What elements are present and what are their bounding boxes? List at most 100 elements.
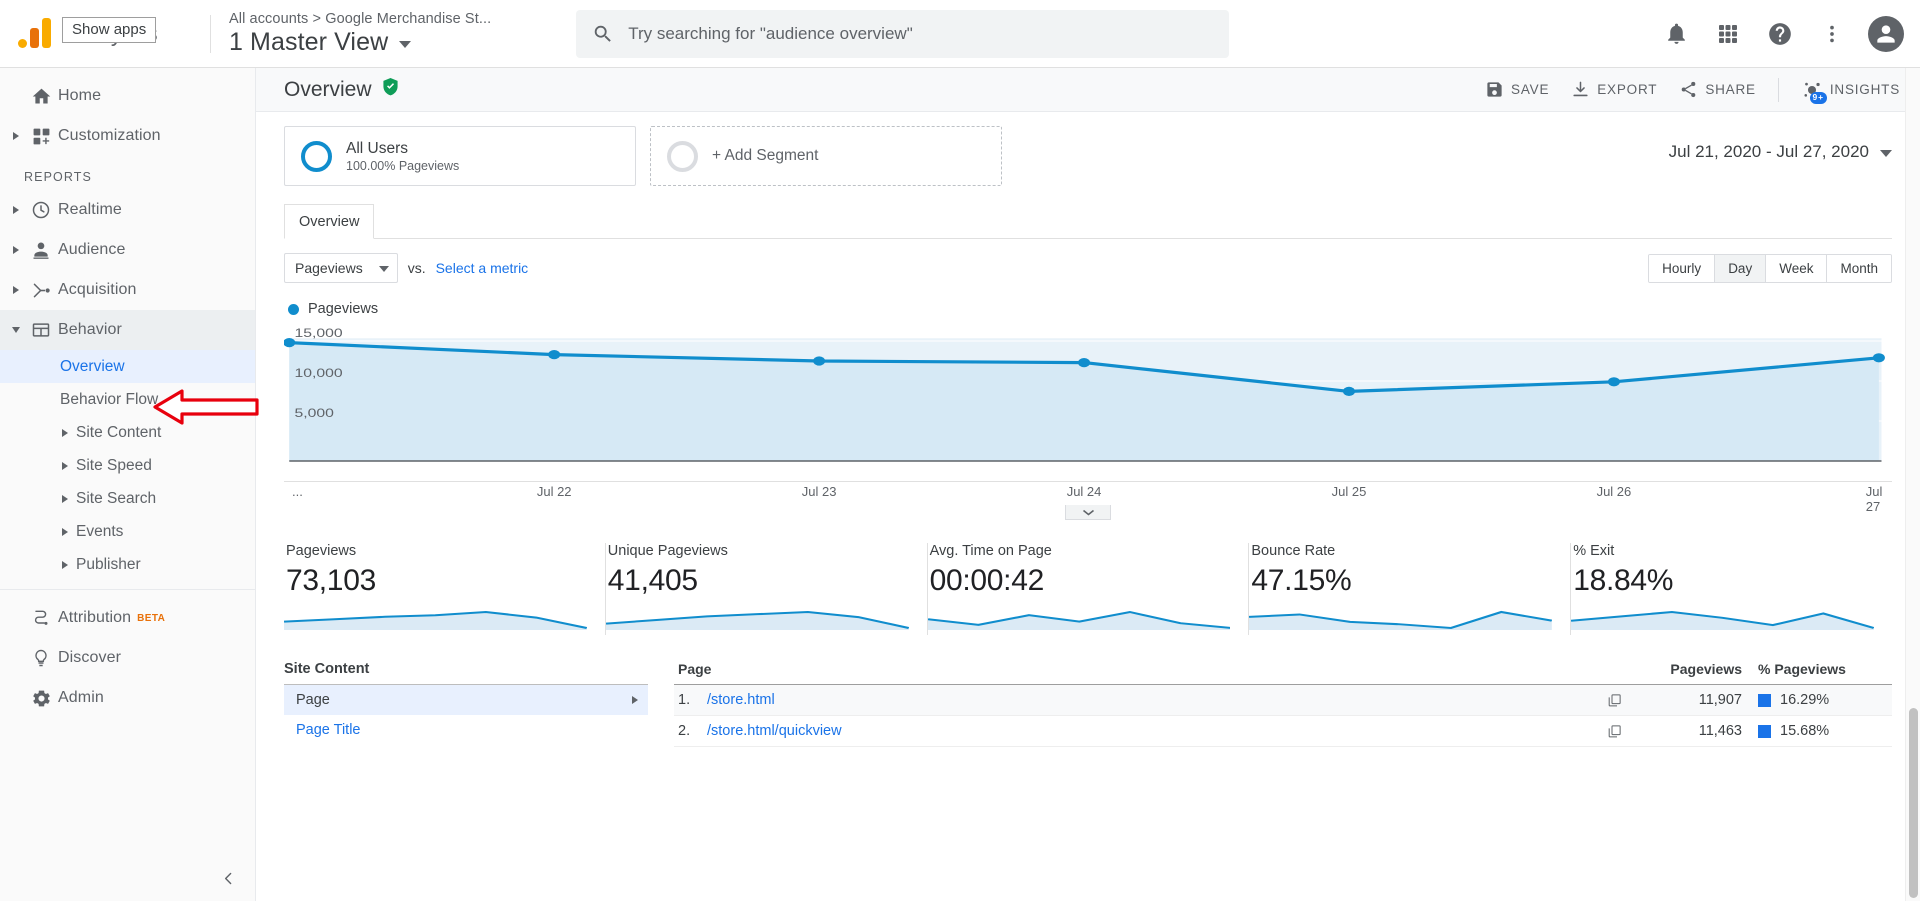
audience-person-icon [24, 240, 58, 260]
sidebar-item-home[interactable]: Home [0, 76, 255, 116]
tab-overview[interactable]: Overview [284, 204, 375, 239]
sidebar-item-label: Customization [58, 127, 161, 144]
share-button[interactable]: SHARE [1679, 80, 1756, 99]
table-row[interactable]: 2. /store.html/quickview 11,463 15.68% [674, 716, 1892, 747]
avatar[interactable] [1868, 15, 1904, 52]
chart-svg [283, 338, 1885, 462]
discover-bulb-icon [24, 648, 58, 668]
open-report-icon[interactable] [1594, 693, 1634, 708]
chart-x-axis [284, 481, 1892, 482]
table-row[interactable]: 1. /store.html 11,907 16.29% [674, 685, 1892, 716]
sidebar-item-label: Admin [58, 689, 104, 706]
account-selector[interactable]: All accounts > Google Merchandise St... … [229, 11, 491, 57]
search-box[interactable] [576, 9, 1230, 58]
search-input[interactable] [628, 23, 1214, 44]
expand-arrow-icon [62, 560, 68, 569]
window-scrollbar-thumb[interactable] [1909, 708, 1918, 898]
granularity-month[interactable]: Month [1827, 254, 1891, 282]
chevron-down-icon [378, 266, 389, 272]
sidebar-item-label: Home [58, 87, 102, 104]
metric-card-sparkline [605, 610, 910, 630]
export-label: EXPORT [1597, 82, 1658, 97]
expand-arrow-icon [8, 286, 24, 294]
table-cell-page: 1. /store.html [674, 692, 1594, 708]
metric-card-label: Unique Pageviews [607, 543, 728, 559]
sidebar-item-label: Behavior [58, 321, 122, 338]
expand-arrow-icon [62, 494, 68, 503]
sidebar-item-behavior-overview[interactable]: Overview [0, 350, 255, 383]
acquisition-share-icon [24, 280, 58, 301]
metric-card-value: 47.15% [1251, 564, 1352, 597]
apps-grid-icon [1719, 24, 1737, 43]
insights-button[interactable]: 9+ INSIGHTS [1801, 79, 1900, 104]
sidebar-collapse-row[interactable] [0, 855, 255, 901]
sidebar-item-site-speed[interactable]: Site Speed [0, 449, 255, 482]
date-range-selector[interactable]: Jul 21, 2020 - Jul 27, 2020 [1669, 126, 1892, 162]
sidebar-section-reports: REPORTS [24, 170, 92, 184]
sidebar-item-behavior-flow[interactable]: Behavior Flow [0, 383, 255, 416]
sidebar-item-behavior[interactable]: Behavior [0, 310, 255, 350]
expand-arrow-icon [632, 696, 638, 704]
expand-arrow-icon [62, 527, 68, 536]
sidebar-item-events[interactable]: Events [0, 515, 255, 548]
bottom-section: Site Content Page Page Title Page Pagevi… [284, 635, 1892, 747]
chevron-left-icon[interactable] [220, 870, 237, 887]
insights-badge: 9+ [1809, 92, 1827, 104]
chevron-down-icon [1082, 509, 1094, 516]
export-download-icon [1573, 81, 1588, 97]
sidebar-item-audience[interactable]: Audience [0, 230, 255, 270]
pct-value: 15.68% [1780, 723, 1830, 739]
top-bar: Analytics Show apps All accounts > Googl… [0, 0, 1920, 68]
save-button[interactable]: SAVE [1485, 80, 1549, 99]
more-options-button[interactable] [1810, 12, 1854, 56]
sidebar-item-label: Audience [58, 241, 126, 258]
analytics-app: Analytics Show apps All accounts > Googl… [0, 0, 1920, 901]
actions-divider [1777, 77, 1779, 102]
metric-card-sparkline [1249, 610, 1553, 630]
metric-card-value: 00:00:42 [929, 564, 1045, 597]
vs-label: vs. [407, 260, 426, 276]
window-scrollbar[interactable] [1905, 68, 1920, 901]
site-content-row-page-title[interactable]: Page Title [284, 715, 648, 745]
page-link[interactable]: /store.html/quickview [707, 723, 842, 739]
select-metric-link[interactable]: Select a metric [436, 260, 529, 276]
sidebar-item-admin[interactable]: Admin [0, 678, 255, 718]
primary-metric-dropdown[interactable]: Pageviews [284, 253, 398, 283]
table-cell-pageviews: 11,907 [1698, 692, 1742, 708]
page-title: Overview [284, 77, 399, 102]
apps-button[interactable] [1706, 12, 1750, 56]
site-content-row-label: Page Title [296, 722, 361, 738]
add-segment-button[interactable]: + Add Segment [650, 126, 1002, 186]
sidebar-item-customization[interactable]: Customization [0, 116, 255, 156]
page-title-label: Overview [284, 77, 372, 101]
realtime-clock-icon [24, 200, 58, 220]
share-label: SHARE [1705, 82, 1756, 97]
page-link[interactable]: /store.html [707, 692, 775, 708]
granularity-week[interactable]: Week [1766, 254, 1828, 282]
segment-all-users[interactable]: All Users 100.00% Pageviews [284, 126, 636, 186]
sidebar-item-attribution[interactable]: Attribution BETA [0, 598, 255, 638]
granularity-day[interactable]: Day [1715, 254, 1767, 282]
sidebar-item-site-search[interactable]: Site Search [0, 482, 255, 515]
chart-resize-handle[interactable] [1065, 505, 1111, 520]
pct-color-swatch [1758, 724, 1771, 738]
view-name[interactable]: 1 Master View [229, 28, 491, 57]
sidebar-item-discover[interactable]: Discover [0, 638, 255, 678]
site-content-row-page[interactable]: Page [284, 685, 648, 715]
export-button[interactable]: EXPORT [1571, 80, 1657, 99]
pct-color-swatch [1758, 693, 1771, 707]
open-report-icon[interactable] [1594, 724, 1634, 739]
sidebar-item-realtime[interactable]: Realtime [0, 190, 255, 230]
help-button[interactable] [1758, 12, 1802, 56]
sidebar-item-publisher[interactable]: Publisher [0, 548, 255, 581]
metric-selector-bar: Pageviews vs. Select a metric Hourly Day… [284, 239, 1892, 283]
granularity-hourly[interactable]: Hourly [1649, 254, 1716, 282]
pageviews-chart[interactable]: 5,000 10,000 15,000 [283, 321, 1892, 481]
table-cell-page: 2. /store.html/quickview [674, 723, 1594, 739]
sidebar-item-site-content[interactable]: Site Content [0, 416, 255, 449]
sidebar-item-acquisition[interactable]: Acquisition [0, 270, 255, 310]
search-area [491, 9, 1654, 58]
notifications-button[interactable] [1654, 12, 1698, 56]
metric-card: Bounce Rate 47.15% [1249, 543, 1572, 635]
column-header-pageviews: Pageviews [1670, 661, 1742, 677]
